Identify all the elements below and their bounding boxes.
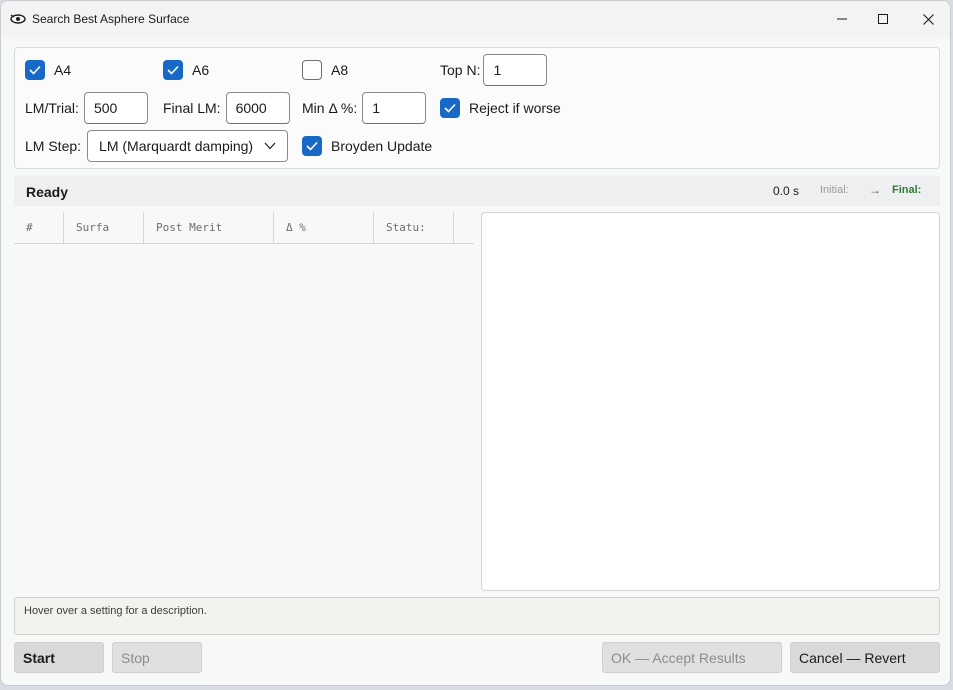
a8-option[interactable]: A8 (302, 60, 348, 80)
top-n-label: Top N: (440, 62, 481, 78)
cancel-revert-button[interactable]: Cancel — Revert (790, 642, 940, 673)
preview-panel (481, 212, 940, 591)
min-delta-label: Min Δ %: (302, 100, 358, 116)
min-delta-input[interactable]: 1 (362, 92, 427, 124)
lm-step-label: LM Step: (25, 138, 82, 154)
close-icon (922, 13, 934, 25)
window-title: Search Best Asphere Surface (32, 12, 190, 26)
checkmark-icon (306, 141, 318, 151)
broyden-checkbox[interactable] (302, 136, 322, 156)
initial-merit-label: Initial: (820, 184, 849, 196)
reject-if-worse-option[interactable]: Reject if worse (440, 98, 561, 118)
description-text: Hover over a setting for a description. (24, 605, 207, 617)
minimize-button[interactable] (819, 1, 865, 37)
description-box: Hover over a setting for a description. (14, 597, 940, 635)
table-header: # Surfa Post Merit Δ % Statu: (14, 212, 474, 244)
top-n-input[interactable]: 1 (483, 54, 548, 86)
a6-label: A6 (192, 62, 210, 78)
column-header-index[interactable]: # (14, 212, 64, 243)
column-header-surface[interactable]: Surfa (64, 212, 144, 243)
column-header-delta[interactable]: Δ % (274, 212, 374, 243)
elapsed-time: 0.0 s (773, 184, 800, 198)
maximize-button[interactable] (860, 1, 906, 37)
lm-step-select[interactable]: LM (Marquardt damping) (87, 130, 289, 162)
minimize-icon (837, 18, 847, 20)
a4-option[interactable]: A4 (25, 60, 71, 80)
lm-step-selected: LM (Marquardt damping) (99, 138, 254, 154)
checkmark-icon (444, 103, 456, 113)
status-state: Ready (26, 184, 69, 200)
column-header-status[interactable]: Statu: (374, 212, 454, 243)
broyden-option[interactable]: Broyden Update (302, 136, 432, 156)
a8-checkbox[interactable] (302, 60, 322, 80)
lm-trial-label: LM/Trial: (25, 100, 79, 116)
a4-label: A4 (54, 62, 72, 78)
reject-if-worse-checkbox[interactable] (440, 98, 460, 118)
maximize-icon (878, 14, 888, 24)
title-bar: Search Best Asphere Surface (1, 1, 950, 37)
a6-option[interactable]: A6 (163, 60, 209, 80)
results-table[interactable]: # Surfa Post Merit Δ % Statu: (14, 212, 474, 592)
a4-checkbox[interactable] (25, 60, 45, 80)
top-n-group: Top N: 1 (440, 54, 548, 86)
close-button[interactable] (905, 1, 950, 37)
start-button[interactable]: Start (14, 642, 104, 673)
arrow-icon: → (869, 183, 881, 197)
final-lm-input[interactable]: 6000 (225, 92, 290, 124)
a6-checkbox[interactable] (163, 60, 183, 80)
reject-if-worse-label: Reject if worse (469, 100, 561, 116)
settings-panel: A4 A6 A8 Top N: 1 LM/Trial: 500 Final LM… (14, 47, 940, 169)
min-delta-group: Min Δ %: 1 (302, 92, 427, 124)
final-lm-label: Final LM: (163, 100, 221, 116)
ok-accept-button[interactable]: OK — Accept Results (602, 642, 782, 673)
app-eye-icon (10, 14, 26, 24)
broyden-label: Broyden Update (331, 138, 433, 154)
checkmark-icon (29, 65, 41, 75)
checkmark-icon (167, 65, 179, 75)
chevron-down-icon (264, 142, 276, 150)
status-bar: Ready 0.0 s Initial: → Final: (14, 176, 940, 206)
column-header-post-merit[interactable]: Post Merit (144, 212, 274, 243)
lm-step-group: LM Step: LM (Marquardt damping) (25, 130, 289, 162)
final-merit-label: Final: (892, 184, 922, 196)
a8-label: A8 (331, 62, 349, 78)
stop-button[interactable]: Stop (112, 642, 202, 673)
final-lm-group: Final LM: 6000 (163, 92, 290, 124)
lm-trial-input[interactable]: 500 (83, 92, 148, 124)
dialog-window: Search Best Asphere Surface A4 A6 A8 Top… (0, 0, 951, 686)
lm-trial-group: LM/Trial: 500 (25, 92, 148, 124)
